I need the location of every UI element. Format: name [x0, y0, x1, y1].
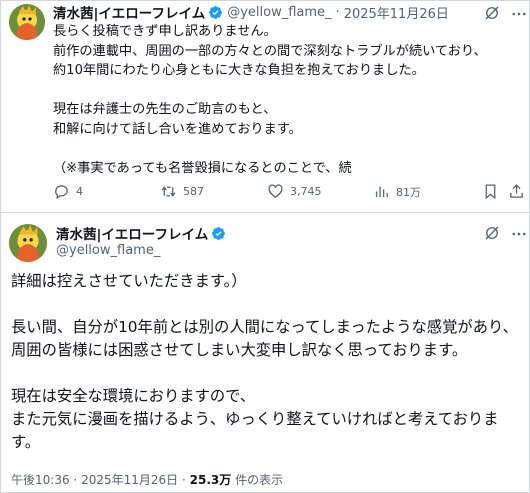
- bookmark-button[interactable]: [482, 183, 505, 200]
- display-name-row: 清水茜|イエローフレイム: [56, 223, 226, 243]
- reply-button[interactable]: 4: [53, 183, 83, 200]
- share-button[interactable]: [508, 183, 530, 200]
- share-icon: [510, 184, 523, 198]
- separator-dot: ·: [73, 473, 78, 487]
- like-count: 3,745: [290, 185, 322, 198]
- action-bar: 4 587 3,745 81万: [53, 183, 523, 203]
- tweet-text: 長らく投稿できず申し訳ありません。 前作の連載中、周囲の一部の方々との間で深刻な…: [53, 24, 487, 177]
- separator-dot: ·: [182, 473, 186, 487]
- views-count: 81万: [396, 185, 421, 199]
- tweet-text: 詳細は控えさせていただきます。） 長い間、自分が10年前とは別の人間になってしま…: [11, 272, 518, 451]
- views-label: 件の表示: [231, 473, 284, 487]
- display-name[interactable]: 清水茜|イエローフレイム: [56, 223, 208, 243]
- views-button[interactable]: 81万: [373, 183, 421, 200]
- grok-icon[interactable]: [483, 224, 501, 242]
- handle[interactable]: @yellow_flame_: [227, 5, 331, 20]
- avatar[interactable]: [9, 224, 47, 262]
- separator-dot: ·: [335, 4, 340, 20]
- bookmark-icon: [485, 184, 496, 200]
- tweet-time[interactable]: 午後10:36: [11, 473, 70, 487]
- like-icon: [268, 184, 283, 198]
- verified-badge-icon: [209, 5, 223, 19]
- tweet-divider: [0, 212, 530, 213]
- like-button[interactable]: 3,745: [267, 183, 322, 200]
- repost-count: 587: [183, 185, 204, 198]
- views-icon: [375, 186, 388, 198]
- views-count: 25.3万: [189, 473, 232, 487]
- reply-count: 4: [76, 185, 83, 198]
- more-icon[interactable]: [510, 225, 528, 243]
- display-name[interactable]: 清水茜|イエローフレイム: [53, 2, 205, 22]
- tweet-date[interactable]: 2025年11月26日: [344, 3, 449, 22]
- tweet-meta: 午後10:36 · 2025年11月26日 · 25.3万 件の表示: [11, 471, 283, 488]
- repost-button[interactable]: 587: [160, 183, 204, 200]
- reply-icon: [55, 185, 68, 200]
- tweet-1[interactable]: 清水茜|イエローフレイム @yellow_flame_ · 2025年11月26…: [0, 0, 530, 212]
- handle[interactable]: @yellow_flame_: [56, 243, 160, 258]
- avatar[interactable]: [9, 4, 45, 40]
- repost-icon: [161, 186, 176, 197]
- tweet-header: 清水茜|イエローフレイム @yellow_flame_ · 2025年11月26…: [53, 2, 449, 23]
- tweet-date[interactable]: 2025年11月26日: [81, 473, 178, 487]
- verified-badge-icon: [212, 226, 226, 240]
- more-icon[interactable]: [510, 5, 528, 23]
- grok-icon[interactable]: [483, 4, 501, 22]
